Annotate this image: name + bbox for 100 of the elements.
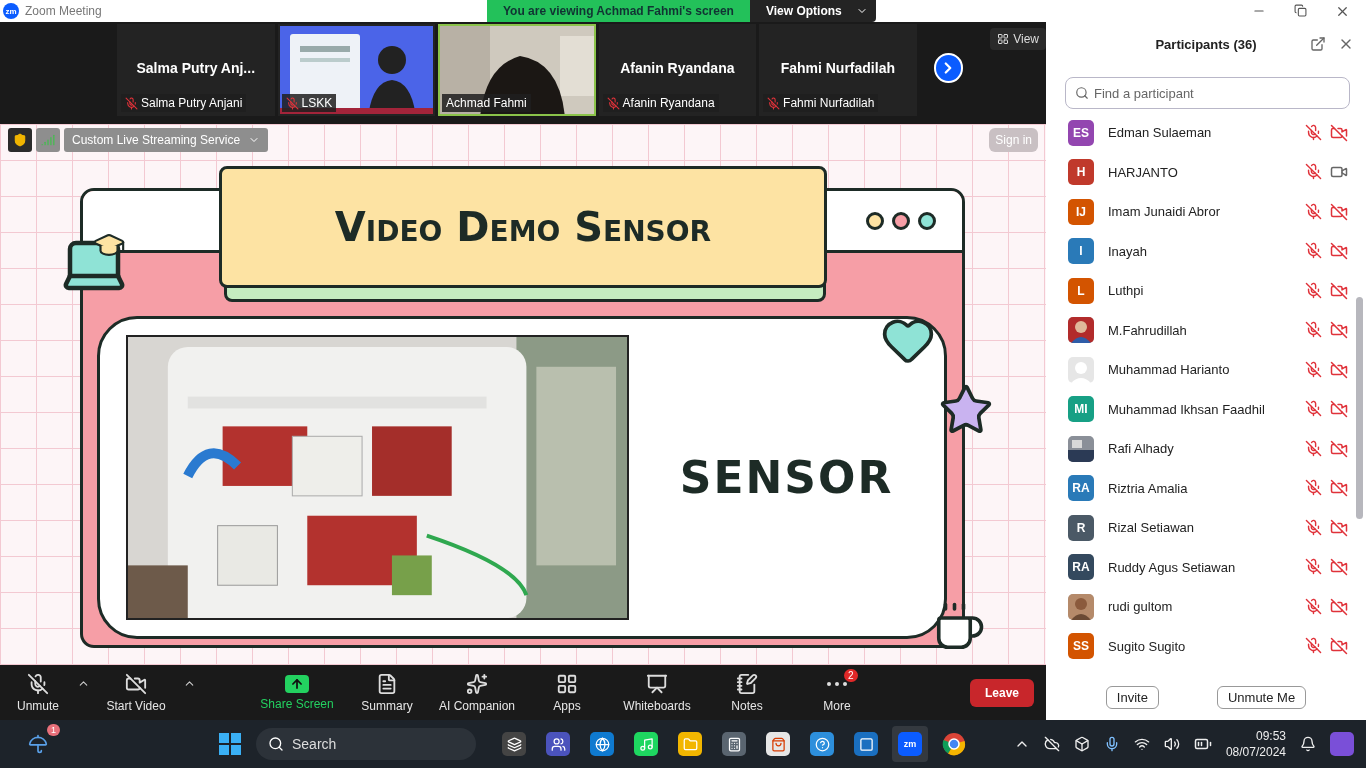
notification-badge: 1 [47, 724, 60, 736]
microphone-muted-icon[interactable] [1305, 637, 1322, 655]
taskbar-app[interactable]: zm [892, 726, 928, 762]
toolbar-button[interactable]: Notes [702, 666, 792, 719]
restore-icon[interactable] [1294, 3, 1307, 17]
microphone-muted-icon [125, 96, 138, 110]
microphone-muted-icon[interactable] [1305, 558, 1322, 576]
share-screen-icon [285, 674, 309, 693]
participant-name: Imam Junaidi Abror [1108, 204, 1221, 220]
camera-off-icon[interactable] [1330, 281, 1348, 300]
microphone-muted-icon[interactable] [1305, 163, 1322, 181]
globe-icon [594, 736, 610, 752]
clock[interactable]: 09:53 08/07/2024 [1225, 728, 1286, 760]
camera-off-icon[interactable] [1330, 202, 1348, 221]
dot-icon [892, 211, 910, 230]
camera-off-icon[interactable] [1330, 518, 1348, 537]
camera-off-icon[interactable] [1330, 321, 1348, 340]
view-button[interactable]: View [990, 28, 1046, 50]
participant-name: Muhammad Harianto [1108, 362, 1231, 378]
avatar: SS [1068, 633, 1094, 660]
camera-off-icon[interactable] [1330, 597, 1348, 616]
video-tile[interactable]: Afanin Ryandana Afanin Ryandana [598, 24, 757, 116]
participant-name: Fahmi Nurfadilah [783, 96, 875, 110]
video-tile[interactable]: LSKK [277, 24, 436, 116]
avatar: R [1068, 514, 1094, 541]
microphone-muted-icon[interactable] [1305, 439, 1322, 457]
microphone-muted-icon[interactable] [1305, 597, 1322, 615]
panel-button[interactable]: Unmute Me [1216, 686, 1307, 709]
umbrella-icon [28, 734, 48, 754]
microphone-muted-icon[interactable] [1305, 202, 1322, 220]
microphone-muted-icon[interactable] [1305, 479, 1322, 497]
taskbar-search-field[interactable]: Search [256, 728, 476, 760]
toolbar-button[interactable]: Share Screen [252, 666, 342, 719]
participant-name: Ruddy Agus Setiawan [1108, 559, 1237, 575]
participant-name: Rafi Alhady [1108, 441, 1175, 457]
microphone-muted-icon[interactable] [1305, 281, 1322, 299]
avatar: I [1068, 238, 1094, 265]
dot-icon [918, 211, 936, 230]
slide-title: Video Demo Sensor [334, 204, 712, 250]
slide-caption: SENSOR [678, 452, 895, 503]
participant-search-field[interactable]: Find a participant [1065, 77, 1350, 109]
pop-out-icon[interactable] [1310, 36, 1326, 52]
window-icon [858, 736, 874, 752]
avatar: L [1068, 277, 1094, 304]
tile-name: Salma Putry Anj... [136, 60, 255, 76]
zoom-logo: zm [898, 732, 922, 756]
toolbar-button[interactable]: More 2 [792, 666, 882, 719]
video-tile[interactable]: Achmad Fahmi [438, 24, 596, 116]
help-icon [814, 736, 830, 752]
volume-icon[interactable] [1163, 736, 1180, 752]
video-tile[interactable]: Fahmi Nurfadilah Fahmi Nurfadilah [759, 24, 917, 116]
toolbar-button[interactable]: Summary [342, 666, 432, 719]
participant-name: LSKK [301, 96, 333, 110]
participant-name: Luthpi [1108, 283, 1145, 299]
camera-off-icon [125, 672, 147, 695]
more-icon [827, 681, 847, 686]
microphone-muted-icon[interactable] [1305, 123, 1322, 141]
view-options-button[interactable]: View Options [749, 0, 876, 22]
video-tile[interactable]: Salma Putry Anj... Salma Putry Anjani [117, 24, 275, 116]
toolbar-button[interactable]: Start Video [90, 666, 182, 719]
participant-name: Sugito Sugito [1108, 638, 1187, 654]
microphone-muted-icon [606, 96, 620, 110]
box-icon[interactable] [1073, 736, 1090, 752]
next-page-button[interactable] [933, 53, 964, 83]
chrome-icon [942, 732, 966, 756]
microphone-muted-icon[interactable] [1305, 518, 1322, 536]
toolbar-button[interactable]: Unmute [0, 666, 76, 719]
panel-button[interactable]: Invite [1105, 686, 1159, 709]
camera-off-icon[interactable] [1330, 479, 1348, 498]
camera-off-icon[interactable] [1330, 558, 1348, 577]
notebook-icon [736, 672, 758, 695]
leave-button[interactable]: Leave [969, 678, 1034, 707]
dot-icon [866, 211, 884, 230]
toolbar-button[interactable]: Apps [522, 666, 612, 719]
scrollbar[interactable] [1356, 297, 1363, 519]
microphone-muted-icon [767, 96, 781, 110]
microphone-muted-icon[interactable] [1305, 321, 1322, 339]
security-button[interactable] [8, 128, 32, 152]
panel-title: Participants (36) [1155, 37, 1257, 52]
calculator-icon [726, 736, 742, 752]
microphone-muted-icon[interactable] [1305, 360, 1322, 378]
participant-name: rudi gultom [1108, 599, 1174, 615]
avatar: IJ [1068, 198, 1094, 225]
wifi-icon[interactable] [1133, 736, 1150, 752]
participant-name: HARJANTO [1108, 164, 1179, 180]
signal-icon [41, 133, 55, 147]
microphone-muted-icon[interactable] [1305, 400, 1322, 418]
notification-icon[interactable] [1300, 736, 1316, 752]
cloud-off-icon[interactable] [1043, 736, 1060, 752]
camera-off-icon[interactable] [1330, 439, 1348, 458]
microphone-muted-icon[interactable] [1305, 242, 1322, 260]
zoom-logo: zm [3, 3, 19, 19]
toolbar-button[interactable]: Whiteboards [612, 666, 702, 719]
camera-off-icon[interactable] [1330, 637, 1348, 656]
microphone-muted-icon [285, 96, 299, 110]
camera-off-icon[interactable] [1330, 360, 1348, 379]
camera-off-icon[interactable] [1330, 242, 1348, 261]
camera-off-icon[interactable] [1330, 400, 1348, 419]
toolbar-button[interactable]: AI Companion [432, 666, 522, 719]
camera-off-icon[interactable] [1330, 123, 1348, 142]
